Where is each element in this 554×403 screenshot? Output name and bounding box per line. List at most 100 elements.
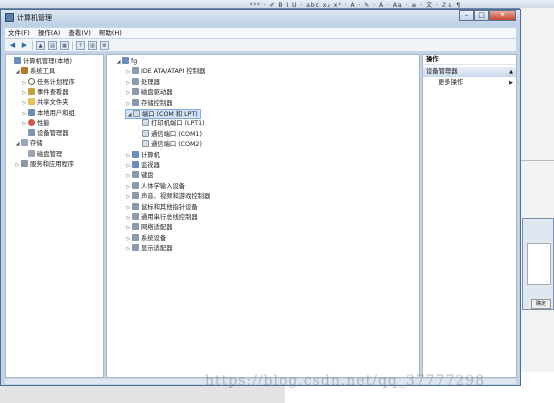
expand-toggle-icon[interactable]: ▷ xyxy=(125,223,132,233)
expand-toggle-icon[interactable]: ▷ xyxy=(125,182,132,192)
event-icon xyxy=(28,87,35,95)
up-folder-icon[interactable]: ▲ xyxy=(36,40,45,50)
show-hide-tree-icon[interactable]: ▤ xyxy=(48,40,57,50)
close-button[interactable]: ✕ xyxy=(489,10,516,21)
console-tree-label: 服务和应用程序 xyxy=(30,161,75,168)
disk-icon xyxy=(21,139,28,147)
minimize-button[interactable]: – xyxy=(459,10,474,21)
expand-toggle-icon[interactable]: ▷ xyxy=(125,78,132,88)
expand-toggle-icon[interactable]: ▷ xyxy=(125,234,132,244)
device-tree-item[interactable]: ▷ 系统设备 xyxy=(125,233,166,244)
device-tree-item[interactable]: ▷ 存储控制器 xyxy=(125,98,172,109)
console-tree-item[interactable]: 磁盘管理 xyxy=(21,149,63,160)
console-tree-item[interactable]: ▷ 本地用户和组 xyxy=(21,108,75,119)
expand-toggle-icon[interactable]: ▷ xyxy=(125,203,132,213)
properties-icon[interactable]: ▦ xyxy=(60,40,69,50)
dev-icon xyxy=(132,181,139,189)
console-tree-label: 磁盘管理 xyxy=(37,150,63,158)
actions-pane: 操作 设备管理器 ▲ 更多操作 ▶ xyxy=(422,54,517,378)
maximize-button[interactable]: □ xyxy=(474,10,489,21)
console-tree-item[interactable]: 计算机管理(本地) xyxy=(7,57,72,67)
console-tree-item[interactable]: ▷ 任务计划程序 xyxy=(21,77,75,88)
device-tree-item[interactable]: ▷ 声音、视频和游戏控制器 xyxy=(125,192,210,202)
expand-toggle-icon[interactable]: ▷ xyxy=(21,119,28,129)
expand-toggle-icon[interactable]: ▷ xyxy=(125,99,132,109)
port-icon xyxy=(142,140,149,148)
console-tree-item[interactable]: ▷ 事件查看器 xyxy=(21,87,68,98)
console-tree-pane: 计算机管理(本地) ◢ 系统工具 ▷ 任务计划程序 ▷ 事件查看器 ▷ 共享文件夹 ▷ 本地用户和组… xyxy=(5,54,104,378)
actions-group-device-manager[interactable]: 设备管理器 ▲ xyxy=(423,67,516,77)
device-tree-item[interactable]: ▷ 显示适配器 xyxy=(125,244,172,254)
console-tree-item[interactable]: ◢ 系统工具 xyxy=(14,67,55,77)
view-icon[interactable]: ▥ xyxy=(88,40,97,50)
device-tree-item[interactable]: ▷ 人体学输入设备 xyxy=(125,181,186,192)
expand-toggle-icon[interactable]: ▷ xyxy=(125,171,132,181)
device-tree-item[interactable]: ▷ 通用串行总线控制器 xyxy=(125,213,198,223)
background-document xyxy=(520,8,554,403)
device-tree-label: 声音、视频和游戏控制器 xyxy=(141,193,211,201)
device-tree-item[interactable]: ▷ 处理器 xyxy=(125,77,160,88)
expand-toggle-icon[interactable]: ◢ xyxy=(14,139,21,149)
expand-toggle-icon[interactable]: ▷ xyxy=(125,192,132,202)
console-tree-label: 存储 xyxy=(30,140,43,148)
console-tree-label: 共享文件夹 xyxy=(37,99,69,107)
expand-toggle-icon[interactable]: ◢ xyxy=(115,57,122,67)
console-tree-item[interactable]: 设备管理器 xyxy=(21,129,68,139)
device-tree-label: 鼠标和其他指针设备 xyxy=(141,203,198,211)
device-tree-label: 键盘 xyxy=(141,172,154,180)
expand-toggle-icon[interactable]: ▷ xyxy=(21,98,28,108)
menu-help[interactable]: 帮助(H) xyxy=(99,28,122,38)
device-tree-item[interactable]: ▷ 网络适配器 xyxy=(125,223,172,233)
device-tree-item[interactable]: ▷ IDE ATA/ATAPI 控制器 xyxy=(125,67,205,77)
expand-toggle-icon[interactable]: ▷ xyxy=(125,213,132,223)
menu-view[interactable]: 查看(V) xyxy=(68,28,91,38)
menu-action[interactable]: 操作(A) xyxy=(38,28,61,38)
device-tree-item[interactable]: ▷ 磁盘驱动器 xyxy=(125,88,172,98)
device-tree-item[interactable]: ▷ 鼠标和其他指针设备 xyxy=(125,202,198,213)
expand-toggle-icon[interactable]: ▷ xyxy=(21,88,28,98)
device-tree-item[interactable]: ◢ fg xyxy=(115,57,137,67)
device-tree-label: 人体学输入设备 xyxy=(141,182,186,190)
folder-icon xyxy=(28,98,35,106)
console-tree-item[interactable]: ▷ 共享文件夹 xyxy=(21,98,68,108)
dev-icon xyxy=(132,88,139,96)
forward-arrow-icon[interactable]: ▶ xyxy=(20,41,29,50)
device-tree-item[interactable]: ▷ 键盘 xyxy=(125,171,154,181)
dev-icon xyxy=(132,67,139,75)
device-tree-item[interactable]: ▷ 监视器 xyxy=(125,161,160,171)
expand-toggle-icon[interactable]: ▷ xyxy=(21,109,28,119)
clock-icon xyxy=(28,77,35,85)
expand-toggle-icon[interactable]: ▷ xyxy=(14,160,21,170)
expand-toggle-icon[interactable]: ◢ xyxy=(14,67,21,77)
port-icon xyxy=(142,129,149,137)
menu-file[interactable]: 文件(F) xyxy=(8,28,30,38)
device-tree-item[interactable]: 通信端口 (COM1) xyxy=(135,129,202,140)
expand-toggle-icon[interactable]: ▷ xyxy=(125,244,132,254)
expand-toggle-icon[interactable]: ▷ xyxy=(125,67,132,77)
more-actions-item[interactable]: 更多操作 ▶ xyxy=(423,78,516,88)
device-tree-item[interactable]: 打印机端口 (LPT1) xyxy=(135,119,205,129)
device-tree-label: IDE ATA/ATAPI 控制器 xyxy=(141,68,206,76)
device-tree-item[interactable]: ▷ 计算机 xyxy=(125,150,160,161)
tool-icon xyxy=(21,67,28,75)
console-tree-item[interactable]: ◢ 存储 xyxy=(14,139,43,149)
back-arrow-icon[interactable]: ◀ xyxy=(8,41,17,50)
device-tree-label: 端口 (COM 和 LPT) xyxy=(142,111,198,118)
device-tree-item[interactable]: 通信端口 (COM2) xyxy=(135,140,202,150)
console-tree-item[interactable]: ▷ 服务和应用程序 xyxy=(14,160,74,170)
expand-toggle-icon[interactable]: ▷ xyxy=(21,78,28,88)
title-bar[interactable]: 计算机管理 – □ ✕ xyxy=(1,10,520,26)
watermark-text: https://blog.csdn.net/qq_37777298 xyxy=(205,373,486,389)
expand-toggle-icon[interactable]: ▷ xyxy=(125,151,132,161)
computer-management-window: 计算机管理 – □ ✕ 文件(F) 操作(A) 查看(V) 帮助(H) ◀ ▶ … xyxy=(0,9,521,386)
more-actions-label: 更多操作 xyxy=(438,79,464,86)
expand-toggle-icon[interactable]: ◢ xyxy=(126,110,133,120)
expand-toggle-icon[interactable]: ▷ xyxy=(125,161,132,171)
help-icon[interactable]: ? xyxy=(76,40,85,50)
console-tree-item[interactable]: ▷ 性能 xyxy=(21,118,50,129)
pc-icon xyxy=(132,150,139,158)
device-tree-item[interactable]: ◢ 端口 (COM 和 LPT) xyxy=(125,109,201,119)
scan-icon[interactable]: ⚙ xyxy=(100,40,109,50)
port-icon xyxy=(133,110,140,117)
expand-toggle-icon[interactable]: ▷ xyxy=(125,88,132,98)
